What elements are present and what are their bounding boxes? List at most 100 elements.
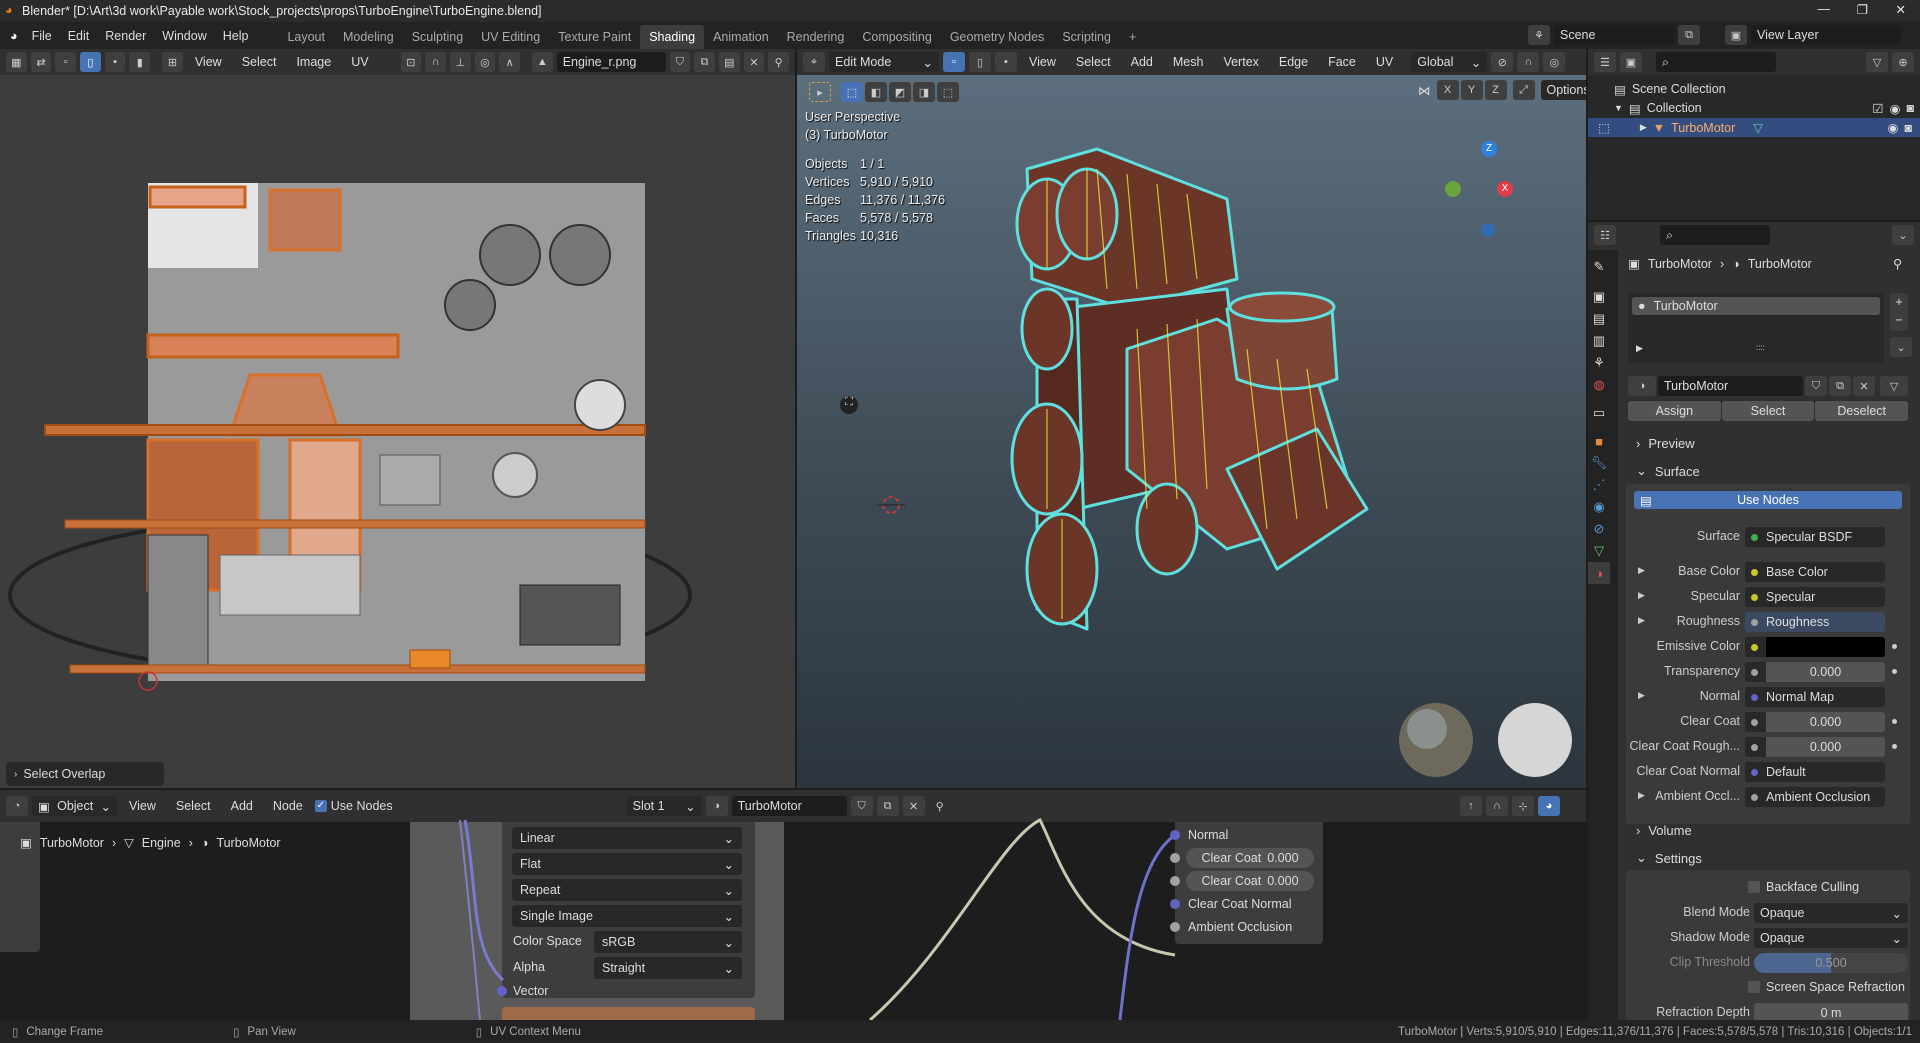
- blender-menu-icon[interactable]: ◕: [0, 29, 24, 43]
- menu-file[interactable]: File: [24, 29, 60, 43]
- physics-tab-icon[interactable]: ◉: [1588, 496, 1610, 518]
- image-name-field[interactable]: Engine_r.png: [556, 52, 666, 72]
- edge-select-icon[interactable]: ▯: [80, 52, 101, 72]
- keyframe-dot-icon[interactable]: [1892, 719, 1897, 724]
- select-button[interactable]: Select: [1721, 401, 1815, 421]
- particles-tab-icon[interactable]: ⋰: [1588, 474, 1610, 496]
- resize-handle[interactable]: ::::: [1756, 343, 1765, 352]
- image-menu-select[interactable]: Select: [234, 55, 285, 69]
- refraction-depth-field[interactable]: 0 m: [1754, 1003, 1908, 1020]
- tab-animation[interactable]: Animation: [704, 25, 778, 49]
- constraints-tab-icon[interactable]: ⊘: [1588, 518, 1610, 540]
- object-tab-icon[interactable]: ■: [1588, 430, 1610, 452]
- expand-arrow-icon[interactable]: ▶: [1638, 565, 1645, 576]
- projection-dropdown[interactable]: Flat ⌄: [512, 853, 742, 875]
- image-editor[interactable]: ▦ ⇄ ▫ ▯ ▪ ▮ ⊞ View Select Image UV ⊡ ∩ ⊥…: [0, 49, 795, 788]
- outliner-search-input[interactable]: ⌕: [1656, 52, 1776, 72]
- menu-window[interactable]: Window: [154, 29, 214, 43]
- scene-field[interactable]: Scene: [1554, 25, 1674, 45]
- display-mode-icon[interactable]: ▣: [1620, 52, 1642, 72]
- scene-tab-icon[interactable]: ⚘: [1588, 352, 1610, 374]
- clear-coat-normal-field[interactable]: Default: [1745, 762, 1885, 782]
- row-value[interactable]: 0.000: [1766, 737, 1885, 757]
- clear-coat-roughness-field[interactable]: 0.000: [1745, 737, 1885, 757]
- material-name-field[interactable]: TurboMotor: [1658, 376, 1803, 396]
- collection-tab-icon[interactable]: ▭: [1588, 402, 1610, 424]
- tab-compositing[interactable]: Compositing: [853, 25, 940, 49]
- outliner-item-collection[interactable]: ▼ ▤ Collection ☑ ◉ ◙: [1614, 99, 1914, 117]
- tab-modeling[interactable]: Modeling: [334, 25, 403, 49]
- normal-field[interactable]: Normal Map: [1745, 687, 1885, 707]
- tab-rendering[interactable]: Rendering: [778, 25, 854, 49]
- render-camera-icon[interactable]: ◙: [1904, 121, 1912, 135]
- maximize-button[interactable]: ❐: [1857, 2, 1868, 17]
- expand-arrow-icon[interactable]: ▶: [1640, 122, 1647, 133]
- clear-coat-roughness-socket[interactable]: [1170, 876, 1180, 886]
- material-slot-item[interactable]: ● TurboMotor: [1632, 297, 1880, 315]
- pin-icon[interactable]: ⚲: [1893, 256, 1902, 271]
- vertex-select-icon[interactable]: ▫: [55, 52, 77, 72]
- shader-node-editor[interactable]: ◔ ▣ Object ⌄ View Select Add Node ✓ Use Nod…: [0, 790, 1586, 1020]
- alpha-dropdown[interactable]: Straight ⌄: [594, 957, 742, 979]
- scene-icon[interactable]: ⚘: [1528, 25, 1550, 45]
- proportional-edit-icon[interactable]: ◎: [474, 52, 496, 72]
- expand-arrow-icon[interactable]: ▶: [1638, 590, 1645, 601]
- material-slot-list[interactable]: ● TurboMotor ▶ ::::: [1628, 293, 1884, 363]
- base-color-field[interactable]: Base Color: [1745, 562, 1885, 582]
- browse-material-icon[interactable]: ◑: [1628, 376, 1656, 396]
- unlink-image-icon[interactable]: ✕: [743, 52, 765, 72]
- camera-toggle-icon[interactable]: ⛶: [840, 396, 858, 414]
- menu-render[interactable]: Render: [97, 29, 154, 43]
- editor-type-icon[interactable]: ☰: [1594, 52, 1616, 72]
- outliner-item-scene-collection[interactable]: ▤ Scene Collection: [1614, 80, 1726, 98]
- outliner-item-turbomotor[interactable]: ⬚ ▶ ▼ TurboMotor ▽ ◉ ◙: [1588, 118, 1920, 137]
- expand-arrow-icon[interactable]: ▼: [1614, 103, 1623, 113]
- backface-culling-checkbox[interactable]: Backface Culling: [1748, 880, 1859, 894]
- expand-arrow-icon[interactable]: ▶: [1636, 343, 1643, 354]
- gizmo-y-axis[interactable]: [1445, 181, 1461, 197]
- modifier-tab-icon[interactable]: 🔧︎: [1588, 452, 1610, 474]
- tab-sculpting[interactable]: Sculpting: [403, 25, 472, 49]
- keyframe-dot-icon[interactable]: [1892, 744, 1897, 749]
- options-chevron-icon[interactable]: ⌄: [1892, 225, 1914, 245]
- image-menu-uv[interactable]: UV: [343, 55, 376, 69]
- mesh-data-icon[interactable]: ▽: [1753, 120, 1763, 135]
- editor-type-icon[interactable]: ▦: [6, 52, 27, 72]
- falloff-icon[interactable]: ∧: [499, 52, 520, 72]
- select-overlap-panel[interactable]: › Select Overlap: [6, 762, 164, 786]
- slot-specials-button[interactable]: ⌄: [1890, 337, 1912, 357]
- new-scene-icon[interactable]: ⧉: [1678, 25, 1700, 45]
- view-layer-icon[interactable]: ▣: [1725, 25, 1747, 45]
- new-collection-icon[interactable]: ⊕: [1892, 52, 1914, 72]
- checkbox-box[interactable]: [1748, 881, 1760, 893]
- filter-icon[interactable]: ▽: [1866, 52, 1888, 72]
- tab-shading[interactable]: Shading: [640, 25, 705, 49]
- tab-geometry-nodes[interactable]: Geometry Nodes: [941, 25, 1053, 49]
- pin-icon[interactable]: ⚲: [768, 52, 789, 72]
- checkbox-box[interactable]: [1748, 981, 1760, 993]
- tool-tab-icon[interactable]: ✎: [1588, 256, 1610, 278]
- surface-shader-field[interactable]: Specular BSDF: [1745, 527, 1885, 547]
- island-select-icon[interactable]: ▮: [129, 52, 151, 72]
- minimize-button[interactable]: —: [1818, 2, 1831, 16]
- new-image-icon[interactable]: ⧉: [694, 52, 715, 72]
- roughness-field[interactable]: Roughness: [1745, 612, 1885, 632]
- fake-user-icon[interactable]: ⛉: [1805, 376, 1827, 396]
- menu-help[interactable]: Help: [215, 29, 257, 43]
- shadow-mode-dropdown[interactable]: Opaque ⌄: [1754, 928, 1908, 948]
- face-select-icon[interactable]: ▪: [104, 52, 126, 72]
- close-button[interactable]: ✕: [1896, 2, 1906, 17]
- emissive-color-field[interactable]: [1745, 637, 1885, 657]
- render-camera-icon[interactable]: ◙: [1906, 101, 1914, 115]
- keyframe-dot-icon[interactable]: [1892, 669, 1897, 674]
- pivot-icon[interactable]: ⊡: [400, 52, 422, 72]
- sync-selection-icon[interactable]: ⇄: [30, 52, 52, 72]
- image-menu-image[interactable]: Image: [288, 55, 339, 69]
- fake-user-icon[interactable]: ⛉: [669, 52, 691, 72]
- image-menu-view[interactable]: View: [187, 55, 230, 69]
- settings-panel-header[interactable]: ⌄ Settings: [1636, 850, 1702, 866]
- snap-target-icon[interactable]: ⊥: [449, 52, 471, 72]
- tab-texture-paint[interactable]: Texture Paint: [549, 25, 640, 49]
- menu-edit[interactable]: Edit: [60, 29, 98, 43]
- material-tab-icon[interactable]: ◑: [1588, 562, 1610, 584]
